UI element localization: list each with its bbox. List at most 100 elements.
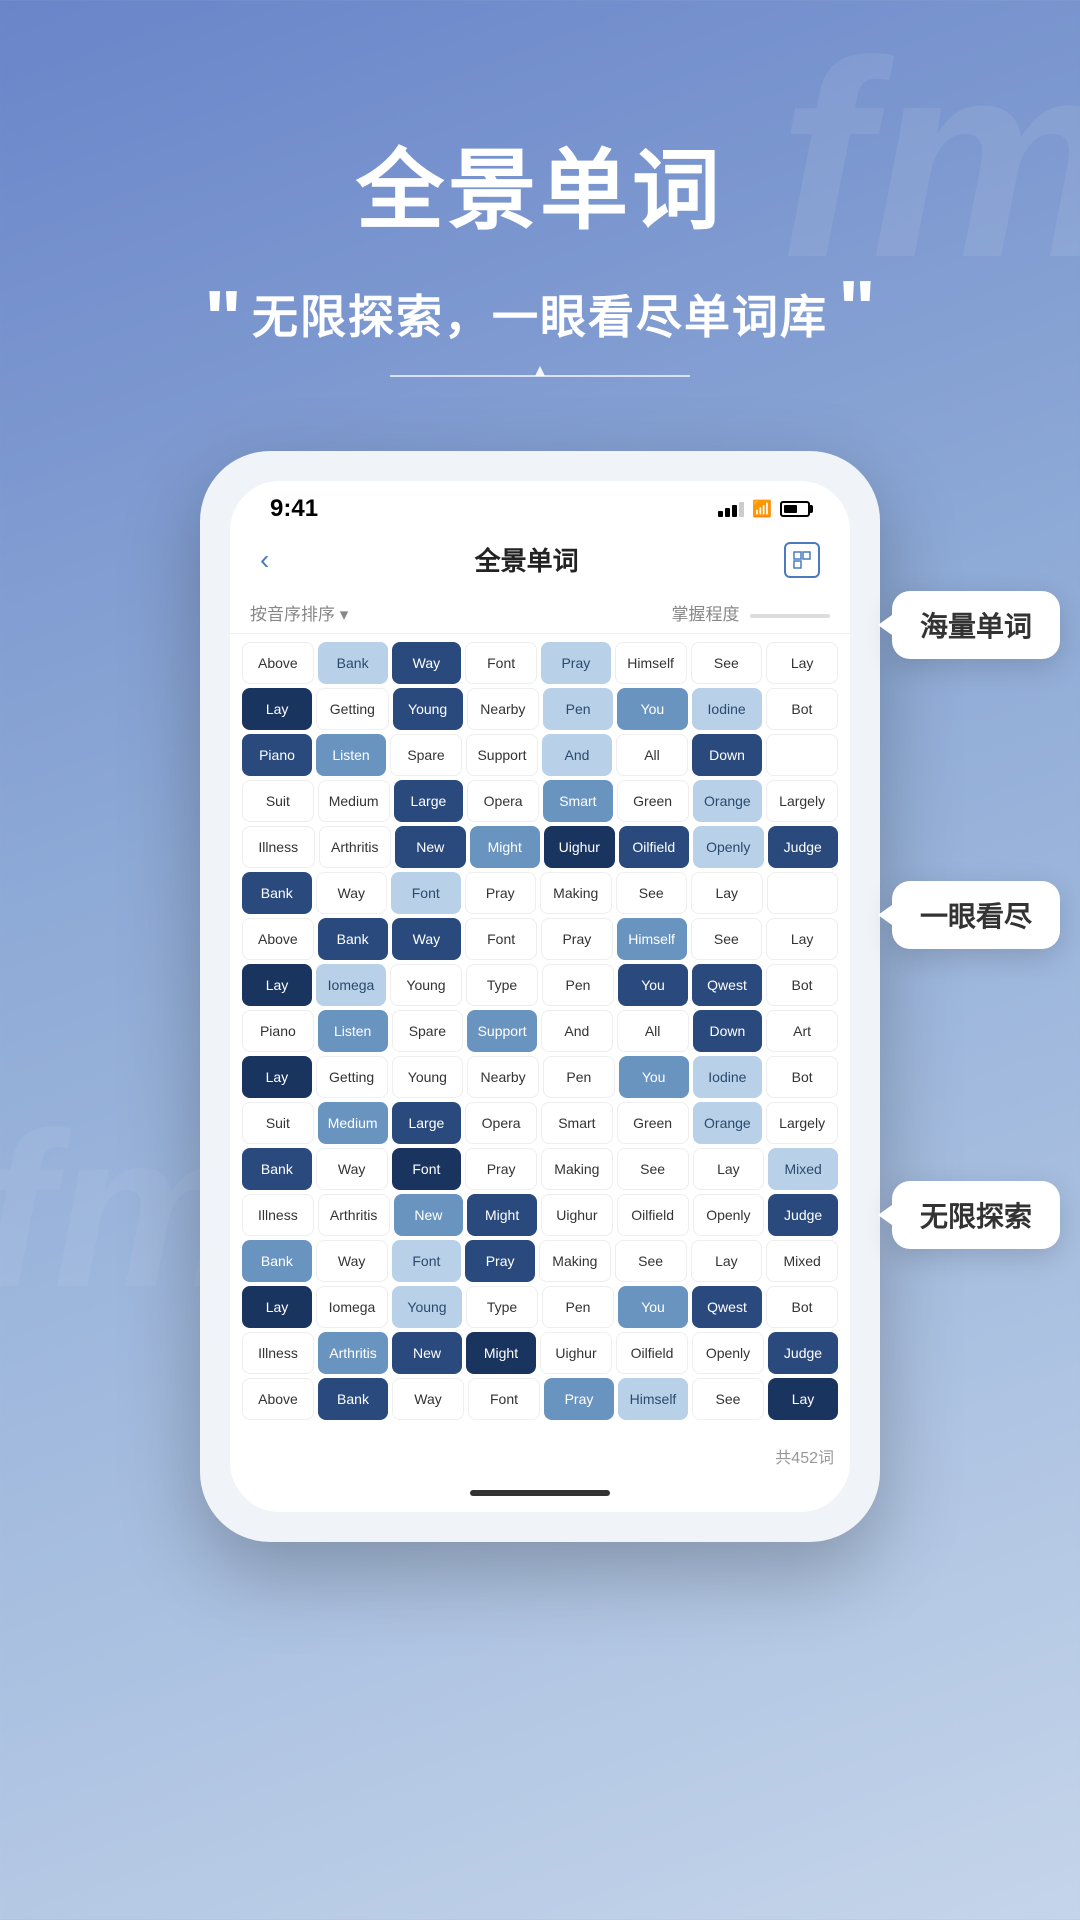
word-cell[interactable]: Lay [242, 688, 312, 730]
word-cell[interactable]: Iodine [692, 688, 762, 730]
word-cell[interactable]: Illness [242, 826, 315, 868]
word-cell[interactable]: Suit [242, 1102, 314, 1144]
word-cell[interactable]: Largely [766, 780, 838, 822]
word-cell[interactable]: Mixed [768, 1148, 838, 1190]
word-cell[interactable]: See [691, 918, 763, 960]
word-cell[interactable]: Mixed [766, 1240, 838, 1282]
word-cell[interactable]: Arthritis [319, 826, 392, 868]
word-cell[interactable]: Oilfield [619, 826, 690, 868]
word-cell[interactable]: Might [467, 1194, 537, 1236]
word-cell[interactable]: Might [466, 1332, 536, 1374]
word-cell[interactable]: All [616, 734, 688, 776]
word-cell[interactable]: Green [617, 1102, 689, 1144]
word-cell[interactable]: Way [392, 1378, 464, 1420]
word-cell[interactable]: Way [316, 1240, 388, 1282]
word-cell[interactable]: You [617, 688, 687, 730]
word-cell[interactable]: Bank [242, 1148, 312, 1190]
word-cell[interactable]: Way [316, 1148, 388, 1190]
word-cell[interactable]: Uighur [544, 826, 615, 868]
word-cell[interactable]: Bot [766, 964, 838, 1006]
word-cell[interactable]: Bank [242, 1240, 312, 1282]
word-cell[interactable]: Bot [766, 1056, 838, 1098]
word-cell[interactable] [766, 734, 838, 776]
word-cell[interactable]: Pray [465, 1240, 535, 1282]
word-cell[interactable]: Medium [318, 1102, 388, 1144]
word-cell[interactable]: Lay [242, 1056, 312, 1098]
word-cell[interactable]: Support [467, 1010, 537, 1052]
sort-label[interactable]: 按音序排序 ▾ [250, 600, 348, 625]
word-cell[interactable]: Nearby [467, 1056, 539, 1098]
word-cell[interactable]: Pen [543, 1056, 615, 1098]
word-cell[interactable]: Pray [541, 642, 611, 684]
word-cell[interactable]: And [542, 734, 612, 776]
word-cell[interactable]: Uighur [541, 1194, 613, 1236]
word-cell[interactable]: New [392, 1332, 462, 1374]
word-cell[interactable]: See [615, 1240, 687, 1282]
word-cell[interactable]: Bank [318, 918, 388, 960]
word-cell[interactable]: Iomega [316, 1286, 388, 1328]
word-cell[interactable]: Illness [242, 1194, 314, 1236]
word-cell[interactable]: Orange [693, 1102, 763, 1144]
word-cell[interactable]: Above [242, 918, 314, 960]
word-cell[interactable]: Down [693, 1010, 763, 1052]
word-cell[interactable]: Pray [541, 918, 613, 960]
word-cell[interactable]: Listen [316, 734, 386, 776]
word-cell[interactable]: Suit [242, 780, 314, 822]
word-cell[interactable]: Font [468, 1378, 540, 1420]
word-cell[interactable]: Font [465, 642, 537, 684]
word-cell[interactable]: Making [539, 1240, 611, 1282]
word-cell[interactable]: Might [470, 826, 541, 868]
word-cell[interactable]: Bank [318, 1378, 388, 1420]
word-cell[interactable]: Judge [768, 1194, 838, 1236]
word-cell[interactable]: Iodine [693, 1056, 763, 1098]
word-cell[interactable]: See [617, 1148, 689, 1190]
word-cell[interactable]: Piano [242, 1010, 314, 1052]
word-cell[interactable]: You [618, 1286, 688, 1328]
word-cell[interactable]: Illness [242, 1332, 314, 1374]
word-cell[interactable]: Lay [766, 642, 838, 684]
word-cell[interactable]: Down [692, 734, 762, 776]
word-cell[interactable]: Arthritis [318, 1194, 390, 1236]
word-cell[interactable]: Uighur [540, 1332, 612, 1374]
word-cell[interactable]: Large [394, 780, 464, 822]
word-cell[interactable]: Openly [693, 826, 764, 868]
word-cell[interactable]: Smart [541, 1102, 613, 1144]
word-cell[interactable]: Bot [766, 688, 838, 730]
word-cell[interactable]: Oilfield [616, 1332, 688, 1374]
word-cell[interactable]: Arthritis [318, 1332, 388, 1374]
word-cell[interactable]: Getting [316, 1056, 388, 1098]
word-cell[interactable]: Young [390, 964, 462, 1006]
word-cell[interactable]: Lay [242, 1286, 312, 1328]
word-cell[interactable]: Judge [768, 826, 839, 868]
word-cell[interactable]: Lay [242, 964, 312, 1006]
word-cell[interactable]: See [616, 872, 688, 914]
word-cell[interactable]: You [618, 964, 688, 1006]
word-cell[interactable]: Lay [693, 1148, 765, 1190]
word-cell[interactable]: Above [242, 642, 314, 684]
word-cell[interactable]: Pray [544, 1378, 614, 1420]
word-cell[interactable]: Getting [316, 688, 388, 730]
word-cell[interactable]: Pen [542, 964, 614, 1006]
word-cell[interactable]: Judge [768, 1332, 838, 1374]
word-cell[interactable]: Bank [242, 872, 312, 914]
word-cell[interactable]: All [617, 1010, 689, 1052]
word-cell[interactable]: Openly [693, 1194, 765, 1236]
word-cell[interactable]: Pen [542, 1286, 614, 1328]
nav-back-button[interactable]: ‹ [260, 544, 269, 576]
word-cell[interactable]: Pray [465, 872, 537, 914]
word-cell[interactable]: Medium [318, 780, 390, 822]
word-cell[interactable]: Bot [766, 1286, 838, 1328]
word-cell[interactable]: Pray [465, 1148, 537, 1190]
word-cell[interactable]: New [395, 826, 466, 868]
word-cell[interactable]: Himself [618, 1378, 688, 1420]
word-cell[interactable] [767, 872, 839, 914]
word-cell[interactable]: New [394, 1194, 464, 1236]
word-cell[interactable]: Pen [543, 688, 613, 730]
word-cell[interactable]: Type [466, 1286, 538, 1328]
word-cell[interactable]: Young [393, 688, 463, 730]
word-cell[interactable]: Lay [766, 918, 838, 960]
word-cell[interactable]: You [619, 1056, 689, 1098]
word-cell[interactable]: See [691, 642, 763, 684]
word-cell[interactable]: Himself [615, 642, 687, 684]
word-cell[interactable]: Green [617, 780, 689, 822]
